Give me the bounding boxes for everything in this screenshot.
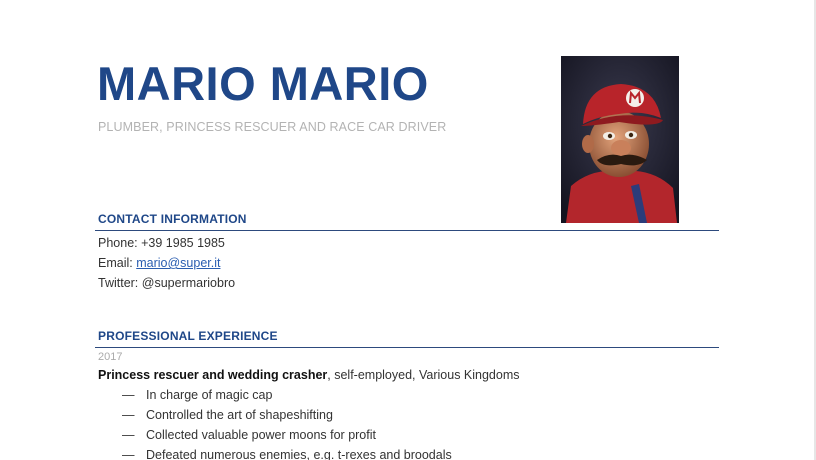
resume-page: MARIO MARIO PLUMBER, PRINCESS RESCUER AN… (0, 0, 816, 460)
list-item-text: Defeated numerous enemies, e.g. t-rexes … (146, 448, 452, 460)
job-year: 2017 (98, 351, 123, 363)
experience-heading: PROFESSIONAL EXPERIENCE (98, 329, 278, 343)
email-link[interactable]: mario@super.it (136, 256, 220, 270)
bullet-dash: — (122, 428, 135, 442)
phone-value: +39 1985 1985 (141, 236, 225, 250)
job-details: , self-employed, Various Kingdoms (327, 368, 520, 382)
contact-divider (95, 230, 719, 231)
twitter-line: Twitter: @supermariobro (98, 276, 235, 290)
email-line: Email: mario@super.it (98, 256, 220, 270)
job-heading: Princess rescuer and wedding crasher, se… (98, 368, 520, 382)
phone-label: Phone: (98, 236, 138, 250)
phone-line: Phone: +39 1985 1985 (98, 236, 225, 250)
list-item-text: In charge of magic cap (146, 388, 273, 402)
twitter-label: Twitter: (98, 276, 139, 290)
profile-photo (561, 56, 679, 223)
bullet-dash: — (122, 448, 135, 460)
twitter-value: @supermariobro (141, 276, 236, 290)
resume-subtitle: PLUMBER, PRINCESS RESCUER AND RACE CAR D… (98, 120, 447, 134)
job-title: Princess rescuer and wedding crasher (98, 368, 328, 382)
list-item: — Collected valuable power moons for prof… (122, 428, 376, 442)
contact-heading: CONTACT INFORMATION (98, 212, 247, 226)
list-item: — Controlled the art of shapeshifting (122, 408, 333, 422)
email-label: Email: (98, 256, 133, 270)
bullet-dash: — (122, 388, 135, 402)
bullet-dash: — (122, 408, 135, 422)
list-item-text: Controlled the art of shapeshifting (146, 408, 333, 422)
list-item-text: Collected valuable power moons for profi… (146, 428, 376, 442)
resume-name: MARIO MARIO (97, 57, 429, 110)
list-item: — In charge of magic cap (122, 388, 272, 402)
list-item: — Defeated numerous enemies, e.g. t-rexes… (122, 448, 452, 460)
experience-divider (95, 347, 719, 348)
